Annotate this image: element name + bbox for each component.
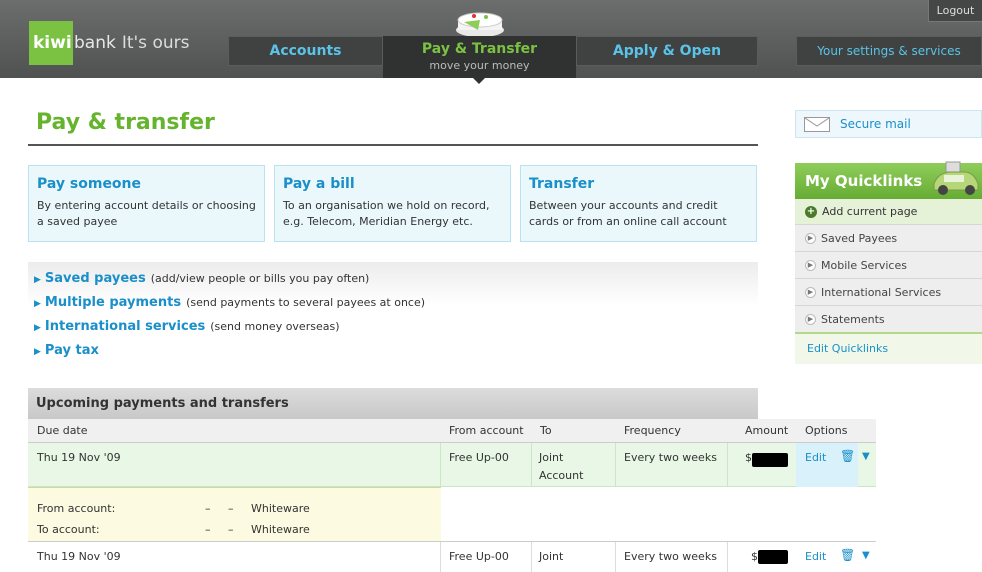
secure-mail-label: Secure mail [840, 117, 911, 131]
settings-services-button[interactable]: Your settings & services [796, 36, 982, 66]
quicklink-statements[interactable]: ▶ Statements [795, 305, 982, 332]
add-current-page-button[interactable]: + Add current page [795, 199, 982, 224]
row-frequency: Every two weeks [624, 550, 717, 563]
arrow-right-icon: ▶ [805, 232, 816, 244]
redacted-amount [752, 453, 788, 467]
row-to-account: Joint [539, 550, 564, 563]
quicklink-international-services[interactable]: ▶ International Services [795, 278, 982, 305]
chevron-down-icon[interactable]: ▼ [862, 451, 870, 462]
card-title[interactable]: Pay a bill [283, 176, 502, 192]
tab-pay-transfer-label: Pay & Transfer [421, 41, 538, 57]
detail-to-dash1: – [205, 523, 211, 536]
plus-icon: + [805, 205, 817, 218]
arrow-right-icon: ▶ [34, 347, 41, 357]
table-row[interactable]: Thu 19 Nov '09 Free Up-00 Joint Every tw… [28, 541, 876, 572]
payment-detail-panel: From account: – – Whiteware To account: … [28, 487, 441, 541]
trash-icon[interactable]: 🗑 [840, 548, 855, 562]
car-icon [933, 161, 979, 195]
redacted-amount [758, 550, 788, 564]
envelope-icon [804, 116, 830, 132]
logout-button[interactable]: Logout [928, 0, 982, 22]
upcoming-table: Due date From account To Frequency Amoun… [28, 419, 876, 572]
detail-from-dash2: – [228, 502, 234, 515]
secure-mail-button[interactable]: Secure mail [795, 110, 982, 138]
card-description: By entering account details or choosing … [37, 199, 256, 228]
upcoming-section-title: Upcoming payments and transfers [28, 388, 758, 419]
card-pay-bill[interactable]: Pay a bill To an organisation we hold on… [274, 165, 511, 242]
card-title[interactable]: Pay someone [37, 176, 256, 192]
cake-icon [456, 12, 504, 37]
card-title[interactable]: Transfer [529, 176, 748, 192]
card-description: To an organisation we hold on record, e.… [283, 199, 490, 228]
edit-quicklinks-link[interactable]: Edit Quicklinks [795, 332, 982, 364]
link-saved-payees[interactable]: ▶ Saved payees (add/view people or bills… [28, 271, 758, 295]
arrow-right-icon: ▶ [805, 259, 816, 271]
table-header: Due date From account To Frequency Amoun… [28, 419, 876, 443]
edit-link[interactable]: Edit [805, 451, 826, 464]
active-tab-pointer [473, 78, 485, 84]
card-pay-someone[interactable]: Pay someone By entering account details … [28, 165, 265, 242]
tab-apply-open[interactable]: Apply & Open [576, 36, 758, 66]
logo-word: bank [74, 33, 116, 53]
row-from-account: Free Up-00 [449, 550, 509, 563]
arrow-right-icon: ▶ [34, 275, 41, 285]
detail-from-dash1: – [205, 502, 211, 515]
card-description: Between your accounts and credit cards o… [529, 199, 727, 228]
col-to[interactable]: To [540, 424, 552, 437]
chevron-down-icon[interactable]: ▼ [862, 550, 870, 561]
arrow-right-icon: ▶ [34, 299, 41, 309]
link-international-services[interactable]: ▶ International services (send money ove… [28, 319, 758, 343]
row-from-account: Free Up-00 [449, 451, 509, 464]
row-due-date: Thu 19 Nov '09 [37, 451, 121, 464]
row-frequency: Every two weeks [624, 451, 717, 464]
trash-icon[interactable]: 🗑 [840, 449, 855, 463]
col-frequency[interactable]: Frequency [624, 424, 681, 437]
arrow-right-icon: ▶ [34, 323, 41, 333]
quick-actions-list: ▶ Saved payees (add/view people or bills… [28, 262, 758, 372]
detail-to-label: To account: [37, 523, 100, 536]
add-current-page-label: Add current page [822, 205, 918, 218]
row-to-account: Joint Account [539, 451, 584, 482]
link-pay-tax[interactable]: ▶ Pay tax [28, 343, 758, 367]
arrow-right-icon: ▶ [805, 286, 816, 298]
table-row[interactable]: Thu 19 Nov '09 Free Up-00 Joint Account … [28, 443, 876, 487]
quicklink-mobile-services[interactable]: ▶ Mobile Services [795, 251, 982, 278]
detail-to-value: Whiteware [251, 523, 310, 536]
col-from-account[interactable]: From account [449, 424, 524, 437]
col-due-date[interactable]: Due date [37, 424, 88, 437]
quicklink-saved-payees[interactable]: ▶ Saved Payees [795, 224, 982, 251]
logo-tagline: It's ours [121, 33, 190, 53]
row-amount-prefix: $ [745, 451, 752, 464]
page-title: Pay & transfer [36, 110, 215, 135]
tab-pay-transfer-sub: move your money [429, 59, 530, 72]
row-due-date: Thu 19 Nov '09 [37, 550, 121, 563]
title-divider [28, 144, 758, 146]
edit-link[interactable]: Edit [805, 550, 826, 563]
arrow-right-icon: ▶ [805, 313, 816, 325]
detail-to-dash2: – [228, 523, 234, 536]
kiwibank-logo[interactable]: kiwi bank It's ours [29, 21, 189, 65]
detail-from-label: From account: [37, 502, 116, 515]
detail-from-value: Whiteware [251, 502, 310, 515]
link-multiple-payments[interactable]: ▶ Multiple payments (send payments to se… [28, 295, 758, 319]
col-options: Options [805, 424, 848, 437]
card-transfer[interactable]: Transfer Between your accounts and credi… [520, 165, 757, 242]
tab-pay-transfer[interactable]: Pay & Transfer move your money [383, 36, 576, 78]
tab-accounts[interactable]: Accounts [228, 36, 383, 66]
top-header: kiwi bank It's ours Logout Accounts Pay &… [0, 0, 982, 78]
row-amount-prefix: $ [751, 550, 758, 563]
col-amount[interactable]: Amount [745, 424, 788, 437]
logo-box: kiwi [29, 21, 73, 65]
